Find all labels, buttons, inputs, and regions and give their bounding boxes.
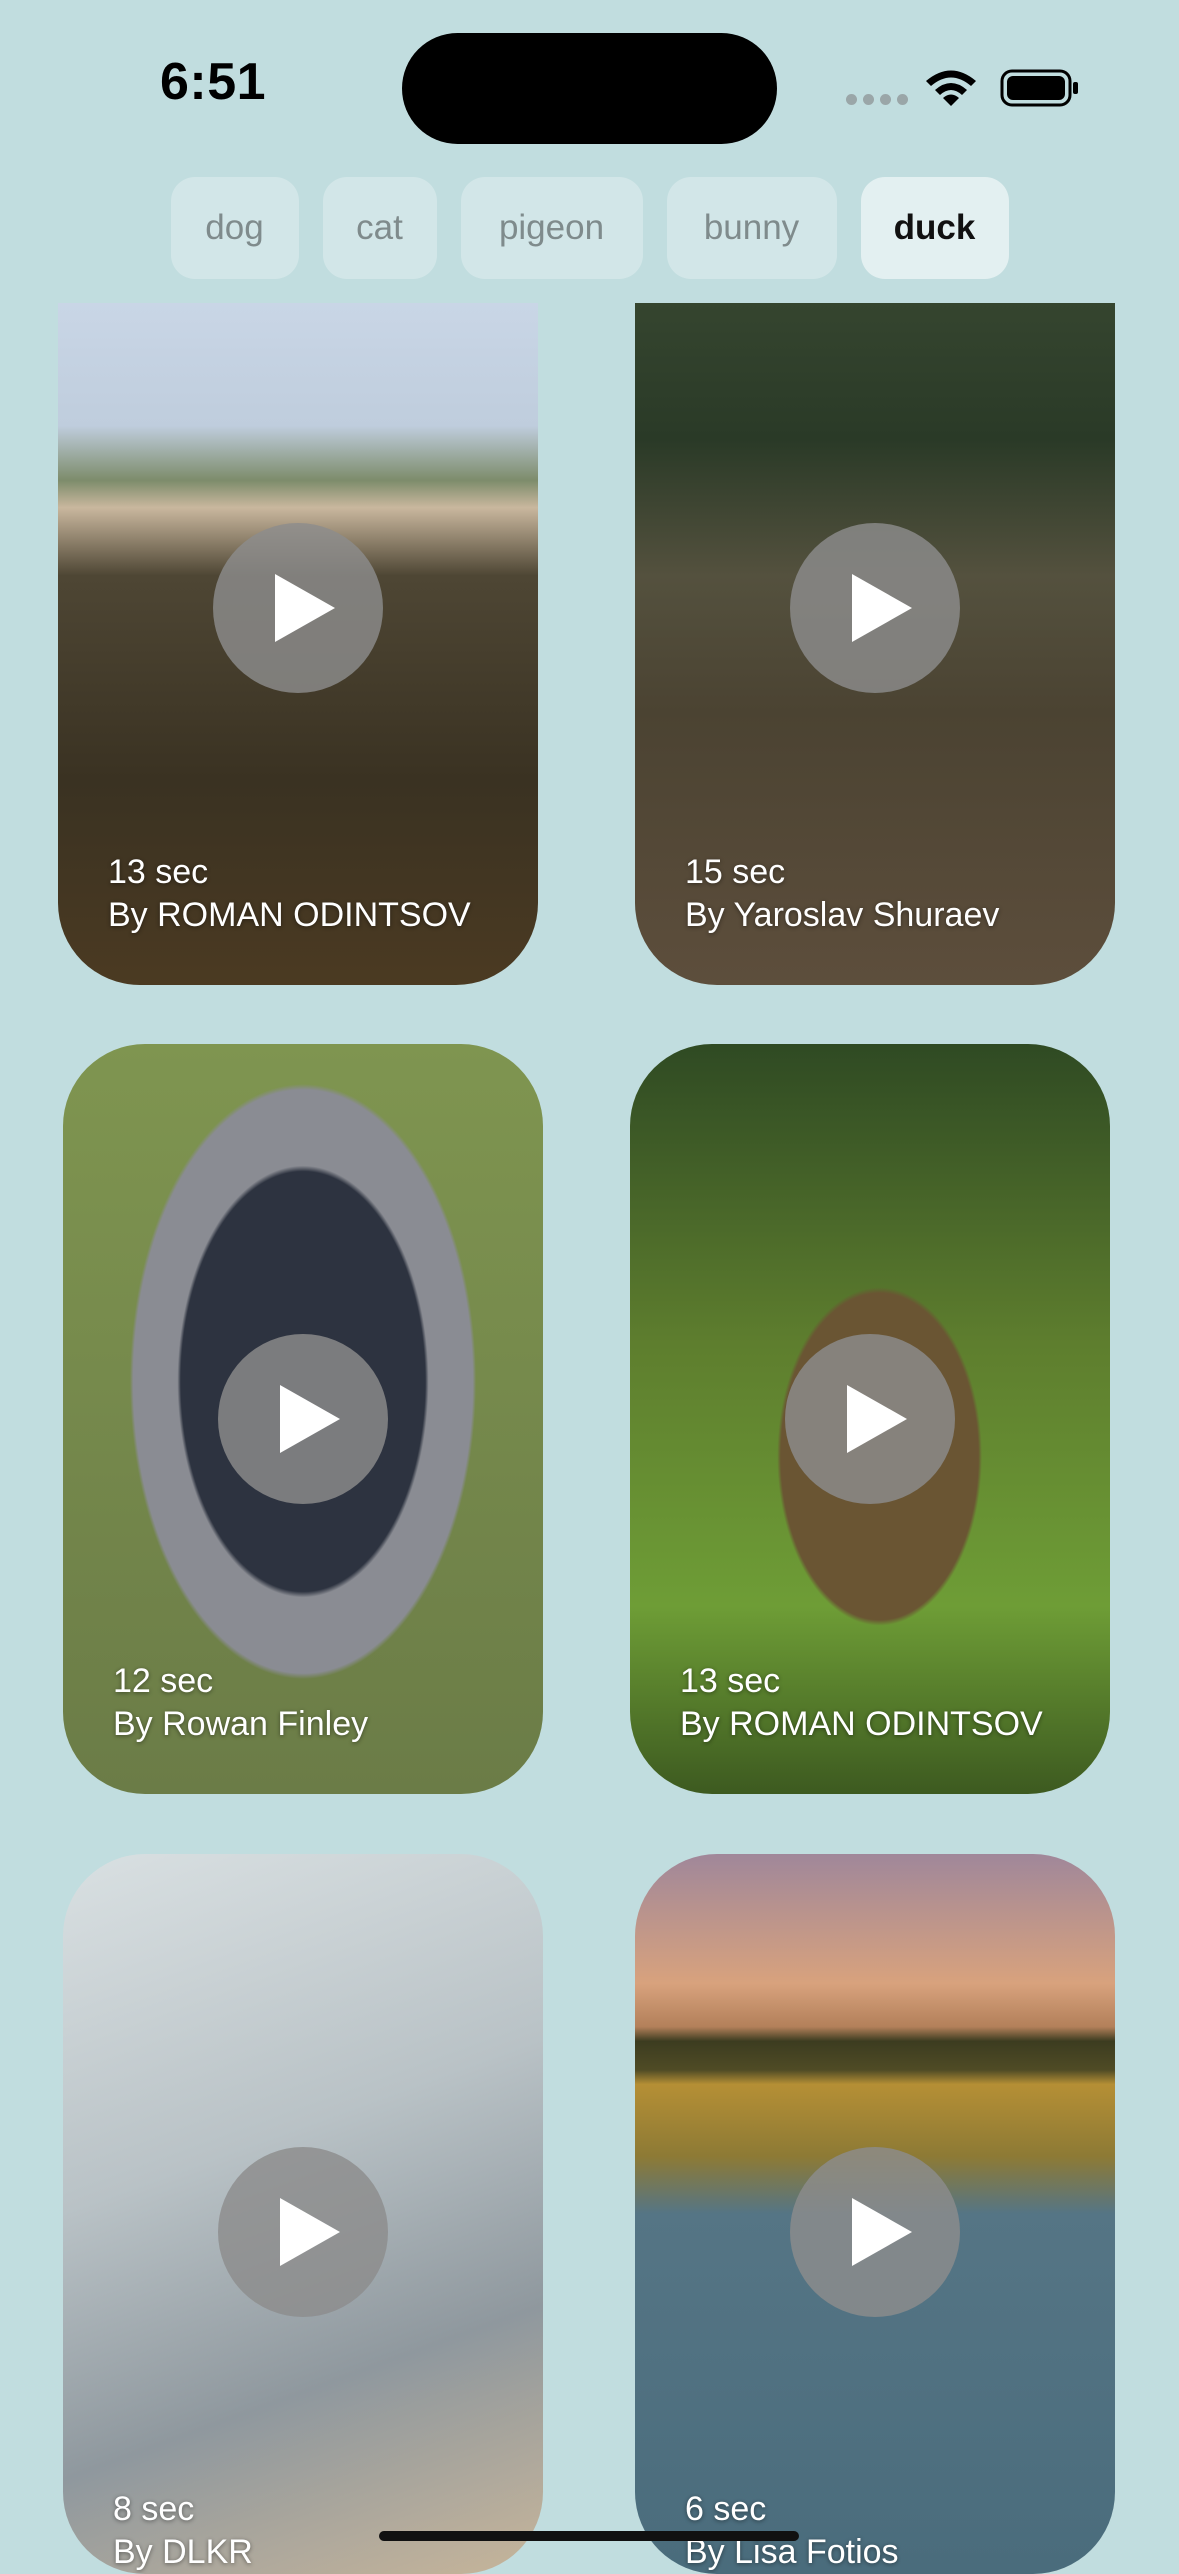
play-button[interactable]: [790, 523, 960, 693]
play-button[interactable]: [213, 523, 383, 693]
dynamic-island: [402, 33, 777, 144]
wifi-icon: [926, 70, 976, 106]
chip-pigeon[interactable]: pigeon: [460, 177, 643, 279]
cellular-signal-icon: [846, 94, 908, 105]
video-duration: 8 sec: [113, 2490, 195, 2528]
video-meta: 15 sec By Yaroslav Shuraev: [685, 851, 999, 937]
play-button[interactable]: [790, 2147, 960, 2317]
video-card[interactable]: 6 sec By Lisa Fotios: [635, 1854, 1115, 2574]
video-card[interactable]: 12 sec By Rowan Finley: [63, 1044, 543, 1794]
video-meta: 13 sec By ROMAN ODINTSOV: [108, 851, 471, 937]
video-card[interactable]: 13 sec By ROMAN ODINTSOV: [630, 1044, 1110, 1794]
video-author: By Yaroslav Shuraev: [685, 896, 1000, 934]
chip-dog[interactable]: dog: [170, 177, 299, 279]
play-icon: [280, 1385, 340, 1453]
category-chips: dog cat pigeon bunny duck: [0, 177, 1179, 279]
video-duration: 13 sec: [108, 853, 209, 891]
play-icon: [847, 1385, 907, 1453]
status-time: 6:51: [160, 53, 267, 111]
video-meta: 13 sec By ROMAN ODINTSOV: [680, 1660, 1043, 1746]
video-duration: 15 sec: [685, 853, 786, 891]
video-author: By Rowan Finley: [113, 1705, 369, 1743]
play-icon: [280, 2198, 340, 2266]
video-author: By ROMAN ODINTSOV: [680, 1705, 1043, 1743]
play-icon: [275, 574, 335, 642]
video-author: By DLKR: [113, 2533, 253, 2571]
video-meta: 12 sec By Rowan Finley: [113, 1660, 368, 1746]
play-icon: [852, 574, 912, 642]
battery-icon: [1000, 69, 1078, 107]
video-card[interactable]: 13 sec By ROMAN ODINTSOV: [58, 303, 538, 985]
video-author: By ROMAN ODINTSOV: [108, 896, 471, 934]
video-card[interactable]: 8 sec By DLKR: [63, 1854, 543, 2574]
play-button[interactable]: [218, 2147, 388, 2317]
play-button[interactable]: [218, 1334, 388, 1504]
chip-cat[interactable]: cat: [322, 177, 437, 279]
video-meta: 8 sec By DLKR: [113, 2488, 253, 2574]
chip-bunny[interactable]: bunny: [666, 177, 837, 279]
video-duration: 6 sec: [685, 2490, 767, 2528]
home-indicator[interactable]: [379, 2531, 799, 2541]
play-button[interactable]: [785, 1334, 955, 1504]
play-icon: [852, 2198, 912, 2266]
video-duration: 12 sec: [113, 1662, 214, 1700]
video-card[interactable]: 15 sec By Yaroslav Shuraev: [635, 303, 1115, 985]
video-duration: 13 sec: [680, 1662, 781, 1700]
chip-duck[interactable]: duck: [860, 177, 1009, 279]
